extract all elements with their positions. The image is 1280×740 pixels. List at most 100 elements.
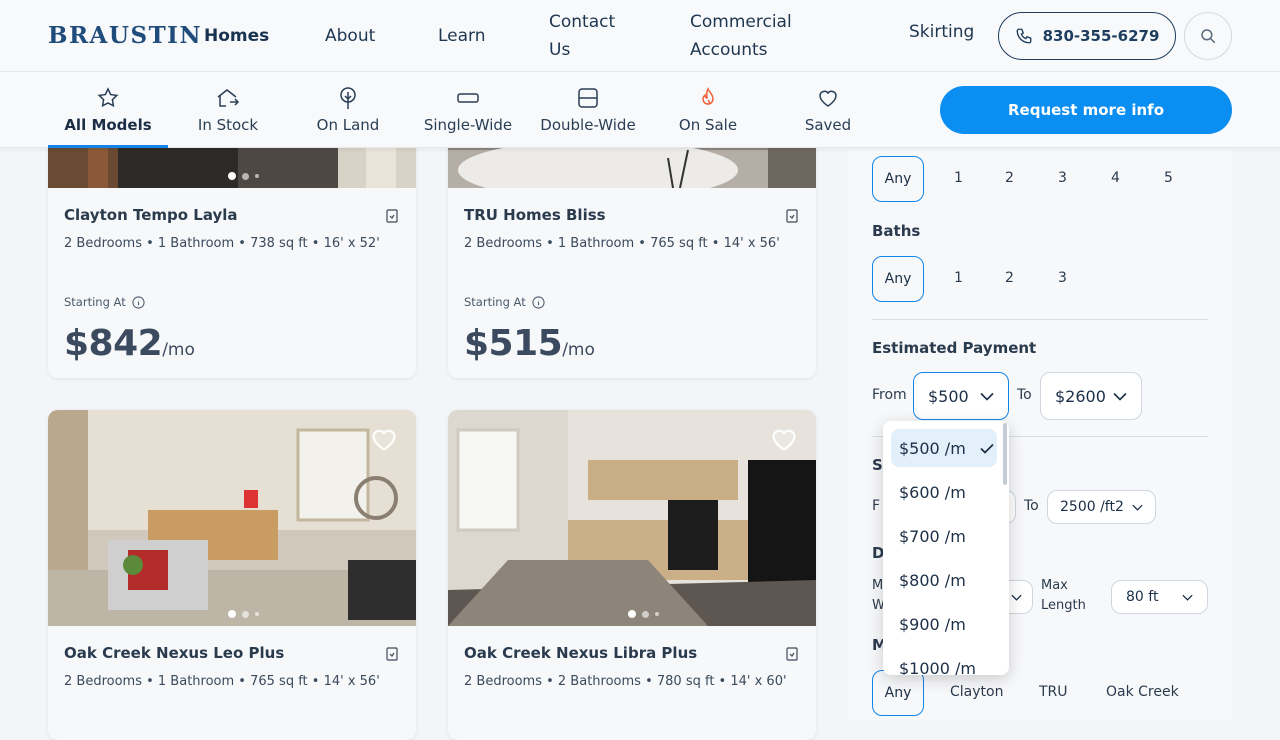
- chevron-down-icon: [1011, 594, 1022, 601]
- search-button[interactable]: [1184, 12, 1232, 60]
- category-label: Saved: [804, 116, 852, 134]
- starting-at-label: Starting At: [64, 295, 400, 309]
- category-single-wide[interactable]: Single-Wide: [408, 72, 528, 148]
- home-specs: 2 Bedrooms • 1 Bathroom • 765 sq ft • 14…: [464, 236, 780, 251]
- compare-icon[interactable]: [786, 209, 798, 223]
- carousel-dots[interactable]: [628, 610, 659, 618]
- nav-contact-us[interactable]: Contact Us: [549, 8, 639, 64]
- dropdown-option-500[interactable]: $500 /m: [891, 429, 997, 467]
- baths-option-2[interactable]: 2: [1005, 270, 1014, 286]
- baths-option-3[interactable]: 3: [1058, 270, 1067, 286]
- payment-from-value: $500: [928, 386, 969, 406]
- home-photo[interactable]: [448, 410, 816, 626]
- manufacturer-option-oak-creek[interactable]: Oak Creek: [1106, 684, 1179, 700]
- home-card-oak-creek-nexus-leo-plus[interactable]: Oak Creek Nexus Leo Plus 2 Bedrooms • 1 …: [48, 410, 416, 740]
- carousel-dots[interactable]: [228, 610, 259, 618]
- home-card-clayton-tempo-layla[interactable]: Clayton Tempo Layla 2 Bedrooms • 1 Bathr…: [48, 110, 416, 378]
- nav-skirting[interactable]: Skirting: [909, 22, 974, 42]
- heart-icon: [819, 90, 837, 107]
- home-photo[interactable]: [48, 410, 416, 626]
- beds-option-5[interactable]: 5: [1164, 170, 1173, 186]
- payment-to-value: $2600: [1055, 386, 1106, 406]
- request-more-info-button[interactable]: Request more info: [940, 86, 1232, 134]
- nav-about[interactable]: About: [325, 22, 375, 50]
- category-on-land[interactable]: On Land: [288, 72, 408, 148]
- beds-option-any[interactable]: Any: [872, 156, 924, 202]
- category-in-stock[interactable]: In Stock: [168, 72, 288, 148]
- nav-learn[interactable]: Learn: [438, 22, 486, 50]
- house-arrow-icon: [217, 89, 240, 107]
- payment-from-select[interactable]: $500: [913, 372, 1009, 420]
- max-length-select[interactable]: 80 ft: [1111, 580, 1208, 614]
- phone-number: 830-355-6279: [1042, 27, 1160, 45]
- payment-to-select[interactable]: $2600: [1040, 372, 1142, 420]
- category-label: In Stock: [197, 116, 259, 134]
- star-icon: [97, 87, 119, 108]
- beds-option-4[interactable]: 4: [1111, 170, 1120, 186]
- compare-icon[interactable]: [386, 647, 398, 661]
- dropdown-option-800[interactable]: $800 /m: [891, 561, 997, 599]
- dropdown-option-700[interactable]: $700 /m: [891, 517, 997, 555]
- category-double-wide[interactable]: Double-Wide: [528, 72, 648, 148]
- phone-icon: [1016, 28, 1032, 44]
- baths-label: Baths: [872, 222, 921, 240]
- starting-at-label: Starting At: [464, 295, 800, 309]
- payment-from-label: From: [872, 387, 907, 403]
- size-to-label: To: [1024, 498, 1039, 514]
- chevron-down-icon: [980, 392, 994, 401]
- nav-commercial-accounts[interactable]: Commercial Accounts: [690, 8, 820, 64]
- interior-photo: [48, 410, 416, 626]
- dropdown-option-1000[interactable]: $1000 /m: [891, 649, 997, 676]
- size-to-select[interactable]: 2500 /ft2: [1047, 490, 1156, 524]
- estimated-payment-label: Estimated Payment: [872, 339, 1037, 357]
- size-label: S: [872, 456, 883, 474]
- save-heart-icon[interactable]: [770, 426, 798, 452]
- phone-button[interactable]: 830-355-6279: [998, 12, 1176, 60]
- carousel-dots[interactable]: [228, 172, 259, 180]
- info-icon[interactable]: [132, 295, 145, 309]
- home-price: $842/mo: [64, 323, 195, 364]
- compare-icon[interactable]: [786, 647, 798, 661]
- manufacturer-option-any[interactable]: Any: [872, 670, 924, 716]
- min-width-label-line1: M: [872, 578, 884, 593]
- dropdown-option-600[interactable]: $600 /m: [891, 473, 997, 511]
- category-label: On Sale: [678, 116, 738, 134]
- home-title[interactable]: TRU Homes Bliss: [464, 206, 800, 224]
- dropdown-scrollbar[interactable]: [1003, 423, 1007, 485]
- home-specs: 2 Bedrooms • 2 Bathrooms • 780 sq ft • 1…: [464, 674, 787, 689]
- payment-from-dropdown: $500 /m $600 /m $700 /m $800 /m $900 /m …: [883, 421, 1009, 675]
- divider: [872, 319, 1208, 320]
- save-heart-icon[interactable]: [370, 426, 398, 452]
- home-title[interactable]: Oak Creek Nexus Leo Plus: [64, 644, 400, 662]
- max-length-value: 80 ft: [1126, 589, 1159, 605]
- category-label: On Land: [316, 116, 380, 134]
- home-specs: 2 Bedrooms • 1 Bathroom • 765 sq ft • 14…: [64, 674, 380, 689]
- home-price: $515/mo: [464, 323, 595, 364]
- category-label: Double-Wide: [540, 116, 636, 134]
- home-title[interactable]: Clayton Tempo Layla: [64, 206, 400, 224]
- chevron-down-icon: [1132, 504, 1143, 511]
- home-card-oak-creek-nexus-libra-plus[interactable]: Oak Creek Nexus Libra Plus 2 Bedrooms • …: [448, 410, 816, 740]
- beds-option-2[interactable]: 2: [1005, 170, 1014, 186]
- double-wide-icon: [578, 88, 598, 108]
- manufacturer-option-tru[interactable]: TRU: [1039, 684, 1068, 700]
- dropdown-option-900[interactable]: $900 /m: [891, 605, 997, 643]
- brand-logo[interactable]: BRAUSTIN: [48, 22, 202, 49]
- beds-option-1[interactable]: 1: [954, 170, 963, 186]
- manufacturer-option-clayton[interactable]: Clayton: [950, 684, 1003, 700]
- category-on-sale[interactable]: On Sale: [648, 72, 768, 148]
- nav-homes[interactable]: Homes: [204, 22, 269, 50]
- flame-icon: [702, 87, 714, 105]
- kitchen-photo: [448, 410, 816, 626]
- info-icon[interactable]: [532, 295, 545, 309]
- compare-icon[interactable]: [386, 209, 398, 223]
- max-length-label-line2: Length: [1041, 598, 1086, 613]
- site-header: BRAUSTIN Homes About Learn Contact Us Co…: [0, 0, 1280, 72]
- category-all-models[interactable]: All Models: [48, 72, 168, 148]
- beds-option-3[interactable]: 3: [1058, 170, 1067, 186]
- home-title[interactable]: Oak Creek Nexus Libra Plus: [464, 644, 800, 662]
- baths-option-any[interactable]: Any: [872, 256, 924, 302]
- home-card-tru-homes-bliss[interactable]: TRU Homes Bliss 2 Bedrooms • 1 Bathroom …: [448, 110, 816, 378]
- category-saved[interactable]: Saved: [768, 72, 888, 148]
- baths-option-1[interactable]: 1: [954, 270, 963, 286]
